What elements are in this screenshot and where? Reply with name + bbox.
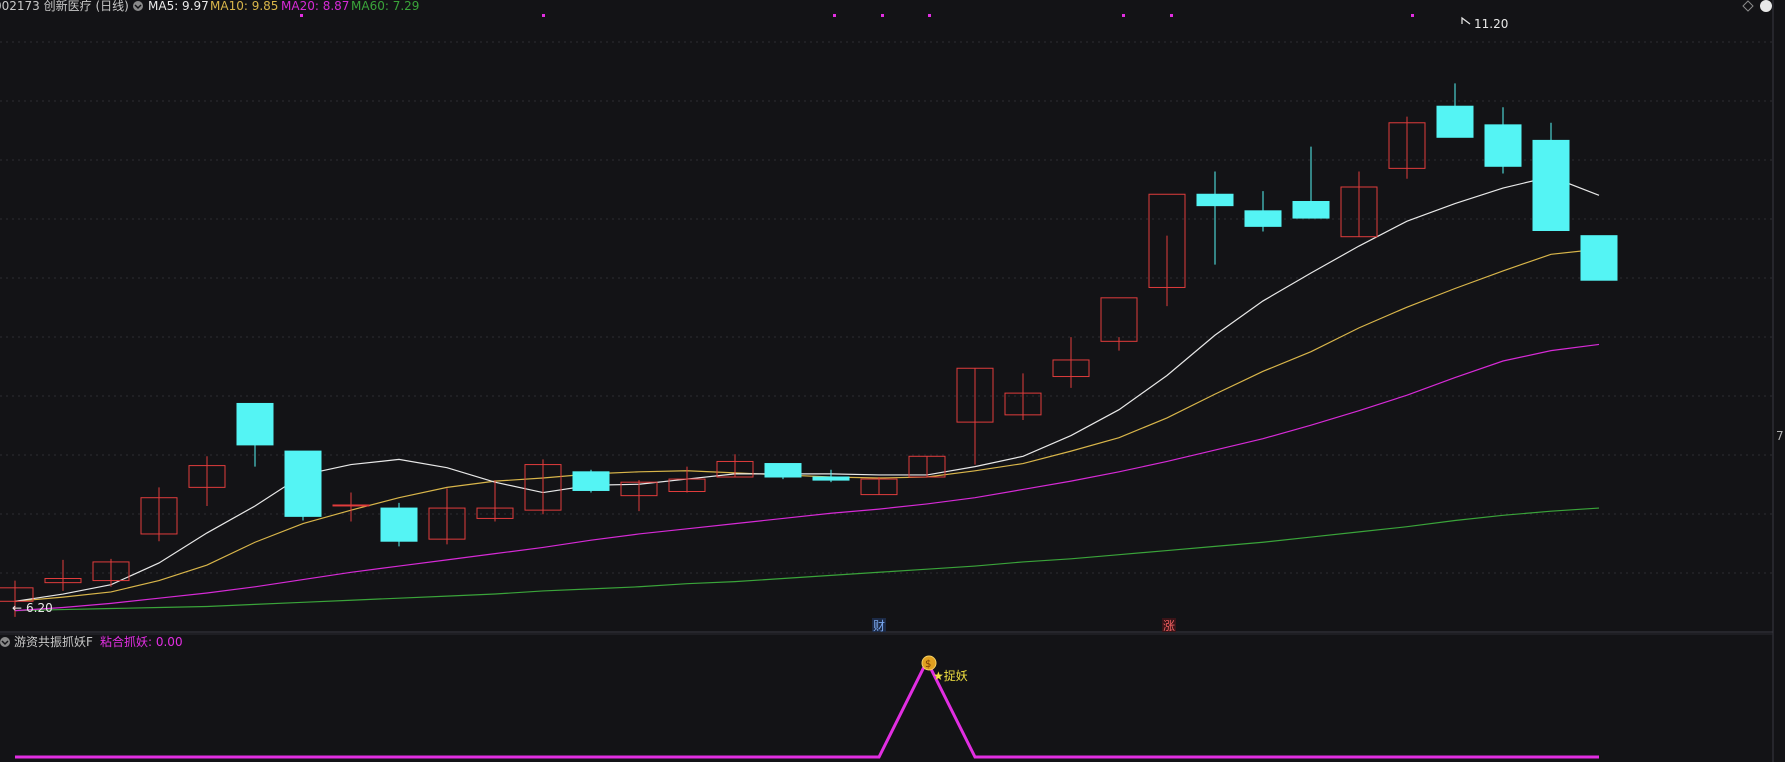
ma60-legend: MA60: 7.29 (351, 0, 419, 13)
indicator-settings-icon[interactable] (0, 637, 10, 647)
indicator-value: 粘合抓妖: 0.00 (100, 634, 183, 649)
ma10-legend: MA10: 9.85 (210, 0, 278, 13)
candle-body (332, 504, 370, 507)
right-axis-label: 7 (1776, 429, 1784, 443)
candle-body (1484, 124, 1522, 167)
candle-body (1196, 193, 1234, 207)
candle-body (764, 463, 802, 478)
low-price-label: 6.20 (26, 601, 53, 615)
event-zhang-label: 涨 (1163, 618, 1175, 633)
candle-body (380, 507, 418, 542)
stock-chart[interactable]: 002173 创新医疗 (日线) MA5: 9.97 MA10: 9.85 MA… (0, 0, 1785, 762)
candle-body (1292, 201, 1330, 219)
indicator-name: 游资共振抓妖F (14, 635, 93, 649)
signal-dot (881, 14, 884, 17)
candle-down (764, 463, 802, 480)
signal-dot (300, 14, 303, 17)
candle-body (1532, 139, 1570, 231)
candle-body (812, 476, 850, 481)
candle-body (284, 450, 322, 517)
signal-dot (1170, 14, 1173, 17)
signal-dot (928, 14, 931, 17)
candle-body (1580, 235, 1618, 281)
candle-body (572, 471, 610, 491)
scroll-icon[interactable] (1760, 0, 1772, 12)
low-price-marker: ← 6.20 (12, 601, 53, 615)
high-price-label: 11.20 (1474, 17, 1508, 31)
candle-body (236, 402, 274, 446)
money-bag-glyph: $ (925, 659, 931, 670)
candle-down (572, 469, 610, 493)
ma5-legend: MA5: 9.97 (148, 0, 209, 13)
candle-body (1436, 105, 1474, 138)
signal-dot (542, 14, 545, 17)
settings-icon[interactable] (133, 1, 143, 11)
stock-title: 002173 创新医疗 (日线) (0, 0, 129, 13)
signal-dot (1122, 14, 1125, 17)
signal-dot (1411, 14, 1414, 17)
candle-down (380, 502, 418, 547)
candle-down (1580, 235, 1618, 281)
left-arrow-icon: ← (12, 601, 22, 615)
signal-label: ★捉妖 (933, 668, 968, 683)
event-cai-label: 财 (873, 619, 885, 633)
candle-down (284, 450, 322, 521)
candle-body (1244, 210, 1282, 227)
chart-background (0, 0, 1785, 762)
ma20-legend: MA20: 8.87 (281, 0, 349, 13)
signal-dot (833, 14, 836, 17)
